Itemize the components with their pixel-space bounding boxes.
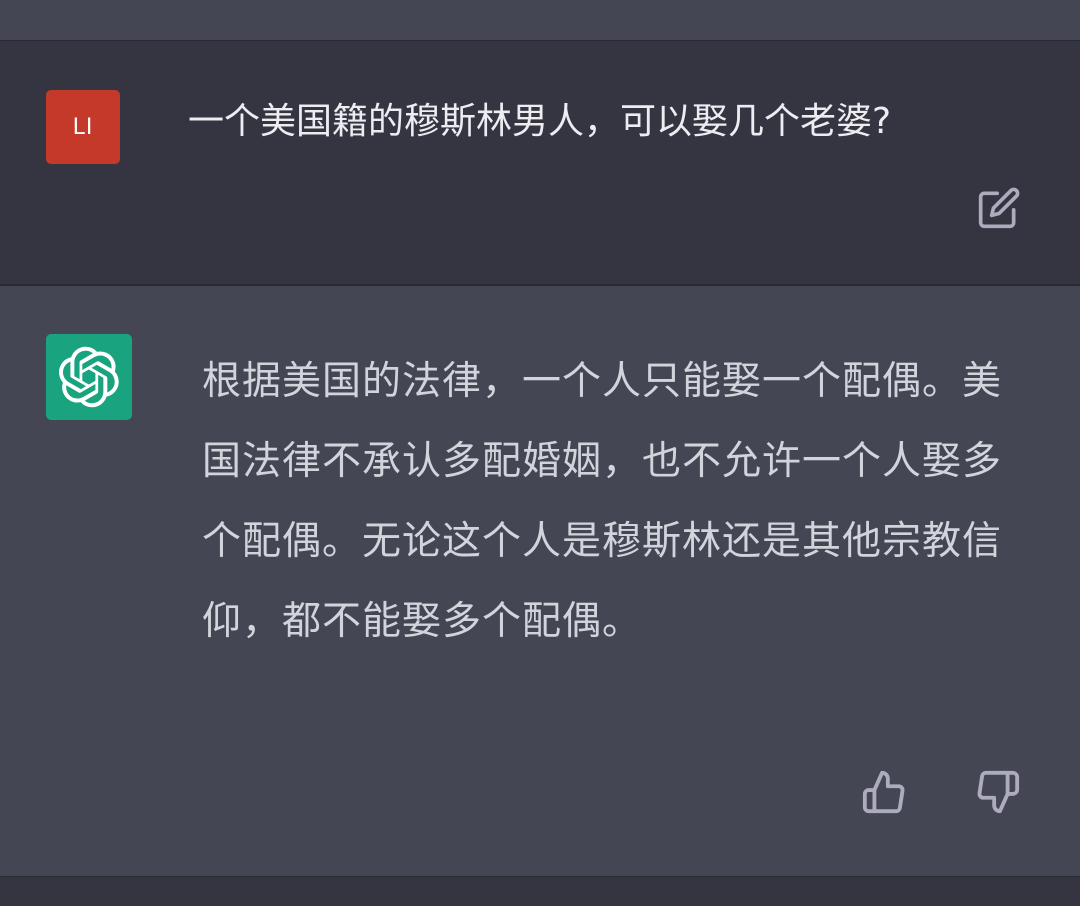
user-avatar-initials: LI <box>72 114 94 140</box>
previous-message-strip <box>0 0 1080 40</box>
thumbs-up-button[interactable] <box>856 764 912 820</box>
assistant-avatar <box>46 334 132 420</box>
assistant-message-text: 根据美国的法律，一个人只能娶一个配偶。美国法律不承认多配婚姻，也不允许一个人娶多… <box>202 359 1003 644</box>
edit-message-button[interactable] <box>972 181 1026 235</box>
user-message-row: LI 一个美国籍的穆斯林男人，可以娶几个老婆? <box>0 40 1080 286</box>
user-message-text: 一个美国籍的穆斯林男人，可以娶几个老婆? <box>188 101 892 142</box>
openai-logo-icon <box>59 346 119 408</box>
thumbs-down-button[interactable] <box>970 764 1026 820</box>
thumbs-up-icon <box>862 770 905 814</box>
user-avatar: LI <box>46 90 120 164</box>
thumbs-down-icon <box>977 770 1020 814</box>
next-message-strip <box>0 876 1080 906</box>
edit-icon <box>978 187 1020 229</box>
assistant-message-row: 根据美国的法律，一个人只能娶一个配偶。美国法律不承认多配婚姻，也不允许一个人娶多… <box>0 286 1080 876</box>
